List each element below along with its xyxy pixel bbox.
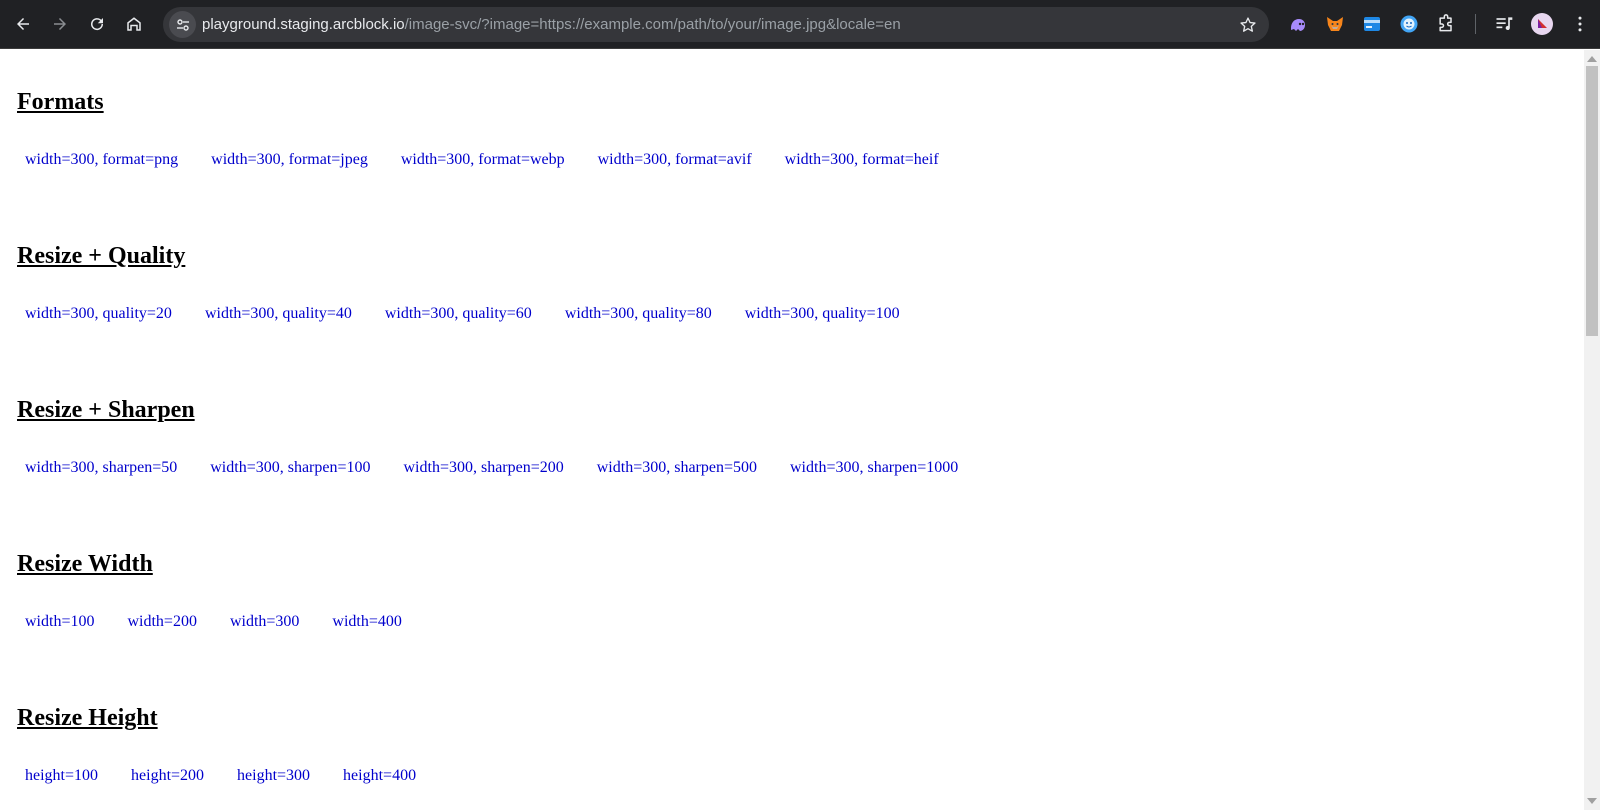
browser-menu-button[interactable] (1569, 13, 1591, 35)
scroll-down-arrow[interactable] (1587, 798, 1597, 804)
link-width-400[interactable]: width=400 (332, 613, 401, 631)
home-button[interactable] (118, 8, 150, 40)
section-title-resize-width: Resize Width (17, 551, 153, 577)
section-title-resize-height: Resize Height (17, 705, 158, 731)
link-sharpen-500[interactable]: width=300, sharpen=500 (597, 459, 757, 477)
puzzle-icon (1439, 14, 1452, 32)
link-height-100[interactable]: height=100 (25, 767, 98, 785)
extensions-button[interactable] (1435, 13, 1457, 35)
link-height-200[interactable]: height=200 (131, 767, 204, 785)
page-content: Formats width=300, format=png width=300,… (0, 50, 1584, 810)
scroll-thumb[interactable] (1586, 66, 1598, 336)
face-extension-icon (1400, 15, 1418, 33)
card-extension-icon (1364, 17, 1380, 31)
media-controls-button[interactable] (1493, 13, 1515, 35)
link-quality-60[interactable]: width=300, quality=60 (385, 305, 532, 323)
link-format-png[interactable]: width=300, format=png (25, 151, 178, 169)
reload-button[interactable] (81, 8, 113, 40)
forward-button[interactable] (44, 8, 76, 40)
link-width-100[interactable]: width=100 (25, 613, 94, 631)
link-sharpen-200[interactable]: width=300, sharpen=200 (404, 459, 564, 477)
profile-button[interactable] (1530, 12, 1554, 36)
address-bar[interactable]: playground.staging.arcblock.io/image-svc… (163, 7, 1269, 42)
face-extension-button[interactable] (1398, 13, 1420, 35)
link-format-heif[interactable]: width=300, format=heif (785, 151, 939, 169)
section-title-resize-quality: Resize + Quality (17, 243, 186, 269)
reload-icon (91, 18, 104, 31)
bookmark-button[interactable] (1236, 13, 1259, 36)
link-width-200[interactable]: width=200 (127, 613, 196, 631)
back-button[interactable] (7, 8, 39, 40)
site-info-button[interactable] (169, 11, 196, 38)
ghost-extension-icon (1291, 19, 1305, 31)
home-icon (127, 17, 141, 31)
link-sharpen-50[interactable]: width=300, sharpen=50 (25, 459, 177, 477)
forward-arrow-icon (54, 18, 66, 30)
link-format-jpeg[interactable]: width=300, format=jpeg (211, 151, 368, 169)
link-width-300[interactable]: width=300 (230, 613, 299, 631)
link-quality-100[interactable]: width=300, quality=100 (745, 305, 900, 323)
link-format-avif[interactable]: width=300, format=avif (598, 151, 752, 169)
ghost-extension-button[interactable] (1287, 13, 1309, 35)
back-arrow-icon (17, 18, 29, 30)
link-row-resize-quality: width=300, quality=20 width=300, quality… (25, 305, 933, 323)
media-list-icon (1496, 17, 1513, 31)
link-row-resize-sharpen: width=300, sharpen=50 width=300, sharpen… (25, 459, 991, 477)
star-icon (1239, 16, 1256, 32)
link-sharpen-100[interactable]: width=300, sharpen=100 (210, 459, 370, 477)
link-height-400[interactable]: height=400 (343, 767, 416, 785)
link-sharpen-1000[interactable]: width=300, sharpen=1000 (790, 459, 958, 477)
link-quality-40[interactable]: width=300, quality=40 (205, 305, 352, 323)
section-title-resize-sharpen: Resize + Sharpen (17, 397, 195, 423)
section-title-formats: Formats (17, 89, 104, 115)
page-scrollbar[interactable] (1584, 50, 1600, 810)
browser-toolbar: playground.staging.arcblock.io/image-svc… (0, 0, 1600, 49)
fox-extension-icon (1327, 17, 1343, 31)
link-row-formats: width=300, format=png width=300, format=… (25, 151, 972, 169)
link-quality-80[interactable]: width=300, quality=80 (565, 305, 712, 323)
card-extension-button[interactable] (1361, 13, 1383, 35)
url-text[interactable]: playground.staging.arcblock.io/image-svc… (202, 7, 901, 42)
link-row-resize-width: width=100 width=200 width=300 width=400 (25, 613, 435, 631)
link-quality-20[interactable]: width=300, quality=20 (25, 305, 172, 323)
toolbar-separator (1475, 14, 1476, 34)
link-row-resize-height: height=100 height=200 height=300 height=… (25, 767, 449, 785)
scroll-up-arrow[interactable] (1587, 56, 1597, 62)
link-height-300[interactable]: height=300 (237, 767, 310, 785)
kebab-menu-icon (1578, 16, 1582, 32)
tune-icon (176, 18, 189, 31)
url-path: /image-svc/?image=https://example.com/pa… (404, 16, 901, 33)
link-format-webp[interactable]: width=300, format=webp (401, 151, 565, 169)
url-host: playground.staging.arcblock.io (202, 16, 405, 33)
fox-extension-button[interactable] (1324, 13, 1346, 35)
avatar-icon (1531, 13, 1553, 35)
